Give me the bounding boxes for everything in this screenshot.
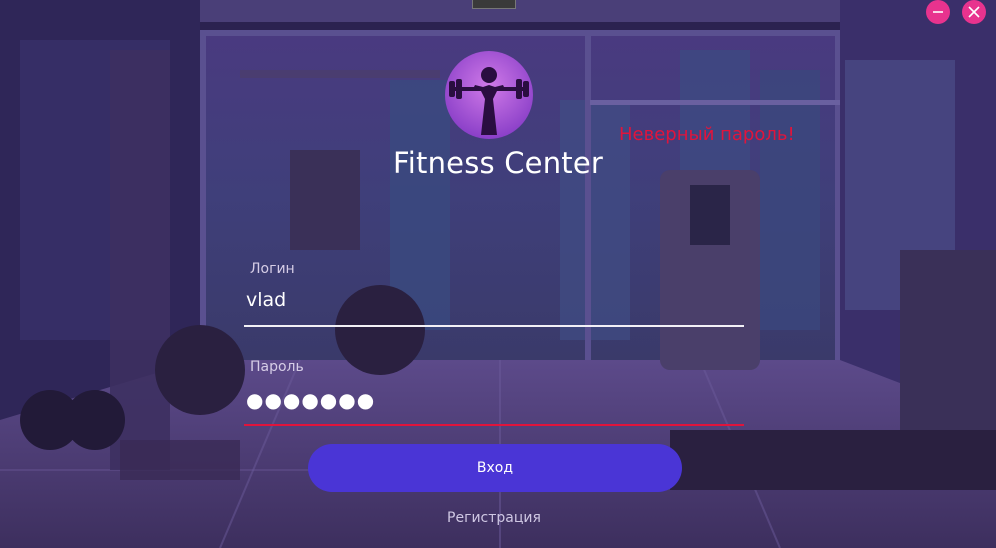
fitness-logo-icon <box>445 51 533 139</box>
register-link[interactable]: Регистрация <box>0 510 988 526</box>
login-button[interactable]: Вход <box>308 444 682 492</box>
app-title: Fitness Center <box>392 146 604 180</box>
login-underline <box>244 325 744 327</box>
close-icon <box>968 6 980 18</box>
minimize-button[interactable] <box>926 0 950 24</box>
password-label: Пароль <box>250 359 304 375</box>
login-input[interactable] <box>246 285 742 315</box>
close-button[interactable] <box>962 0 986 24</box>
password-input[interactable] <box>246 385 742 415</box>
top-drag-handle[interactable] <box>472 0 516 9</box>
login-label: Логин <box>250 261 295 277</box>
minimize-icon <box>933 11 943 13</box>
password-underline-error <box>244 424 744 426</box>
error-message: Неверный пароль! <box>619 124 795 145</box>
